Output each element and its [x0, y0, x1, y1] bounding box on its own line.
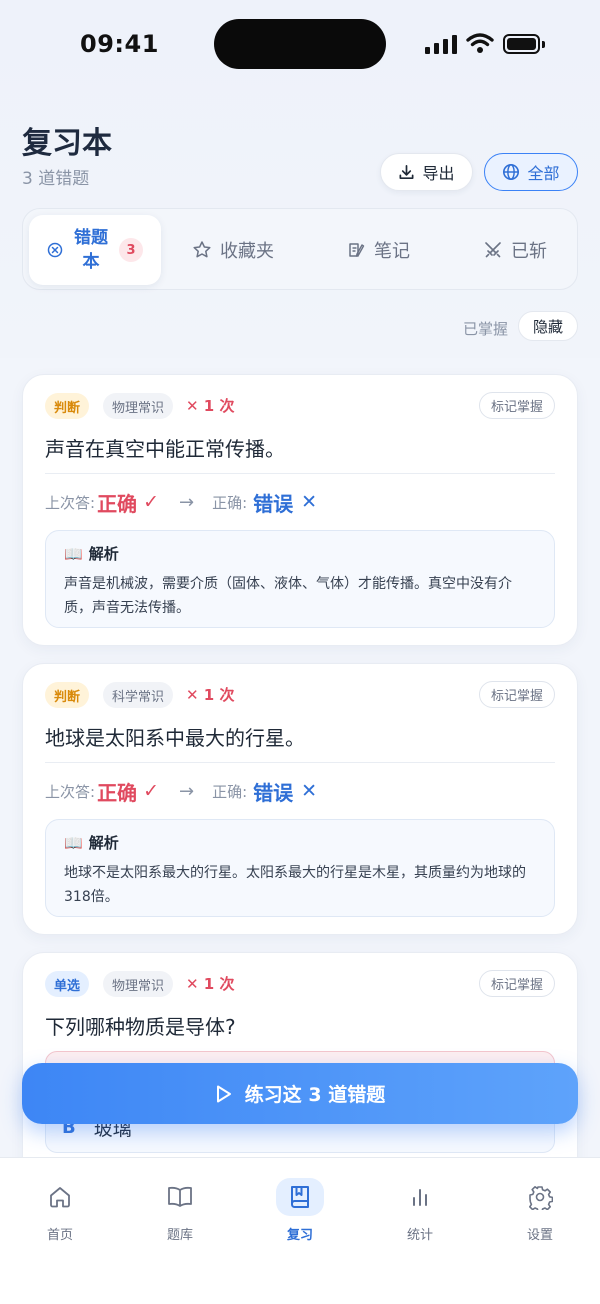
last-answer: 正确: [97, 780, 138, 805]
answer-row: 上次答: 正确 ✓ → 正确: 错误 ✕: [45, 777, 317, 805]
status-bar: 09:41: [0, 0, 600, 90]
explanation-text: 声音是机械波，需要介质（固体、液体、气体）才能传播。真空中没有介质，声音无法传播…: [64, 576, 512, 616]
nav-label: 统计: [406, 1228, 433, 1243]
nav-review[interactable]: 复习: [260, 1178, 340, 1243]
hide-mastered-toggle[interactable]: 隐藏: [518, 311, 578, 341]
scope-filter-label: 全部: [527, 164, 560, 183]
wifi-icon: [466, 33, 494, 53]
arrow-right-icon: →: [178, 780, 195, 802]
practice-wrong-questions-button[interactable]: 练习这 3 道错题: [22, 1063, 578, 1124]
mark-mastered-button[interactable]: 标记掌握: [478, 970, 555, 997]
divider: [45, 473, 555, 474]
review-tabs: 错题本 3 收藏夹 笔记 已斩: [22, 208, 578, 290]
wrong-count-subtitle: 3 道错题: [22, 169, 90, 189]
mark-mastered-button[interactable]: 标记掌握: [478, 681, 555, 708]
export-label: 导出: [422, 164, 455, 183]
tab-notes[interactable]: 笔记: [318, 215, 438, 285]
cellular-signal-icon: [425, 34, 459, 54]
explanation-title: 解析: [88, 545, 119, 563]
last-answer-label: 上次答:: [45, 493, 96, 512]
wrong-count: ✕ 1 次: [186, 975, 235, 993]
cross-icon: ✕: [301, 780, 318, 802]
question-type-tag: 判断: [45, 682, 90, 708]
question-text: 下列哪种物质是导体?: [45, 1015, 236, 1039]
bottom-navigation: 首页 题库 复习 统计 设置: [0, 1157, 600, 1304]
status-time: 09:41: [80, 30, 159, 58]
dynamic-island: [214, 19, 386, 69]
subject-tag: 物理常识: [103, 393, 174, 419]
battery-icon: [503, 34, 545, 54]
subject-tag: 科学常识: [103, 682, 174, 708]
tab-label: 笔记: [374, 241, 410, 262]
swords-icon: [485, 242, 501, 258]
explanation-title: 解析: [88, 834, 119, 852]
bookmark-book-icon: [276, 1178, 324, 1216]
last-answer-label: 上次答:: [45, 782, 96, 801]
question-type-tag: 判断: [45, 393, 90, 419]
globe-icon: [503, 163, 520, 181]
question-text: 地球是太阳系中最大的行星。: [45, 726, 305, 750]
arrow-right-icon: →: [178, 491, 195, 513]
nav-label: 首页: [46, 1228, 73, 1243]
home-icon: [36, 1178, 84, 1216]
cross-icon: ✕: [301, 491, 318, 513]
wrong-count: ✕ 1 次: [186, 686, 235, 704]
correct-answer: 错误: [253, 491, 294, 516]
check-icon: ✓: [143, 491, 159, 513]
star-icon: [193, 241, 211, 258]
tab-slain[interactable]: 已斩: [455, 215, 575, 285]
nav-statistics[interactable]: 统计: [380, 1178, 460, 1243]
last-answer: 正确: [97, 491, 138, 516]
question-card: 判断 科学常识 ✕ 1 次 标记掌握 地球是太阳系中最大的行星。 上次答: 正确…: [22, 663, 578, 935]
x-circle-icon: [47, 242, 63, 258]
nav-settings[interactable]: 设置: [500, 1178, 580, 1243]
open-book-icon: 📖: [64, 833, 83, 852]
tab-wrong-questions[interactable]: 错题本 3: [29, 215, 161, 285]
answer-row: 上次答: 正确 ✓ → 正确: 错误 ✕: [45, 488, 317, 516]
note-icon: [349, 243, 365, 257]
download-icon: [399, 164, 414, 179]
correct-answer-label: 正确:: [212, 782, 248, 801]
nav-label: 复习: [286, 1228, 313, 1243]
mastered-label: 已掌握: [463, 320, 509, 338]
explanation-text: 地球不是太阳系最大的行星。太阳系最大的行星是木星，其质量约为地球的318倍。: [64, 865, 526, 905]
mark-mastered-button[interactable]: 标记掌握: [478, 392, 555, 419]
question-type-tag: 单选: [45, 971, 90, 997]
nav-question-bank[interactable]: 题库: [140, 1178, 220, 1243]
tab-label: 已斩: [511, 241, 547, 262]
correct-answer: 错误: [253, 780, 294, 805]
tab-label: 收藏夹: [220, 241, 274, 262]
play-icon: [216, 1085, 231, 1102]
correct-answer-label: 正确:: [212, 493, 248, 512]
practice-label: 练习这 3 道错题: [244, 1084, 386, 1106]
page-title: 复习本: [22, 126, 112, 161]
export-button[interactable]: 导出: [380, 153, 473, 191]
subject-tag: 物理常识: [103, 971, 174, 997]
nav-home[interactable]: 首页: [20, 1178, 100, 1243]
explanation-box: 📖 解析 声音是机械波，需要介质（固体、液体、气体）才能传播。真空中没有介质，声…: [45, 530, 555, 628]
bar-chart-icon: [396, 1178, 444, 1216]
question-card: 判断 物理常识 ✕ 1 次 标记掌握 声音在真空中能正常传播。 上次答: 正确 …: [22, 374, 578, 646]
scope-filter-button[interactable]: 全部: [484, 153, 578, 191]
check-icon: ✓: [143, 780, 159, 802]
explanation-box: 📖 解析 地球不是太阳系最大的行星。太阳系最大的行星是木星，其质量约为地球的31…: [45, 819, 555, 917]
tab-count-badge: 3: [119, 238, 143, 262]
divider: [45, 762, 555, 763]
tab-favorites[interactable]: 收藏夹: [173, 215, 293, 285]
book-open-icon: [156, 1178, 204, 1216]
nav-label: 题库: [166, 1228, 193, 1243]
wrong-count: ✕ 1 次: [186, 397, 235, 415]
nav-label: 设置: [526, 1228, 553, 1243]
question-text: 声音在真空中能正常传播。: [45, 437, 285, 461]
gear-icon: [516, 1178, 564, 1216]
open-book-icon: 📖: [64, 544, 83, 563]
tab-label: 错题本: [74, 228, 108, 272]
